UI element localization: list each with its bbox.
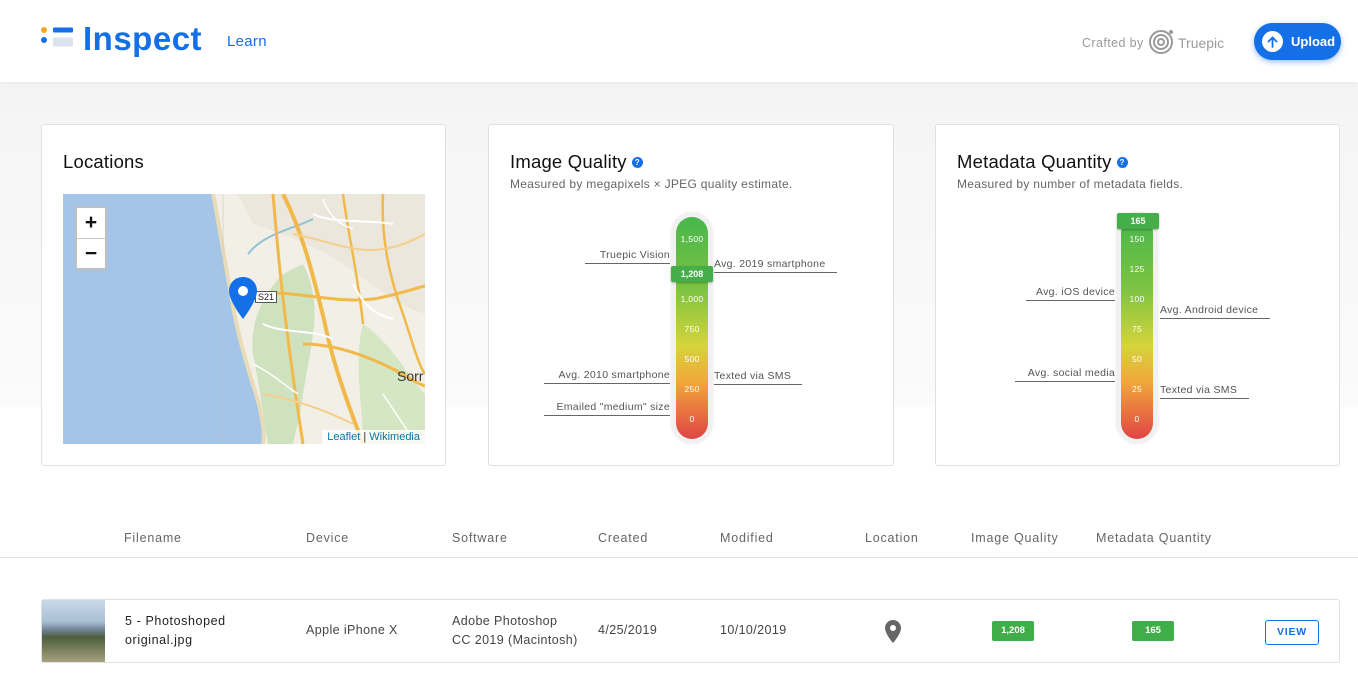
attribution-separator: |: [363, 431, 367, 443]
upload-label: Upload: [1291, 34, 1336, 49]
learn-link[interactable]: Learn: [227, 33, 267, 50]
view-button[interactable]: VIEW: [1265, 620, 1319, 645]
column-header-device[interactable]: Device: [306, 531, 349, 545]
gauge-tick: 500: [684, 354, 700, 364]
table-header-divider: [0, 557, 1358, 558]
column-header-metadata-quantity[interactable]: Metadata Quantity: [1096, 531, 1212, 545]
column-header-software[interactable]: Software: [452, 531, 508, 545]
column-header-created[interactable]: Created: [598, 531, 648, 545]
metadata-quantity-title: Metadata Quantity?: [957, 151, 1128, 173]
locations-title: Locations: [63, 151, 144, 172]
upload-button[interactable]: Upload: [1254, 23, 1341, 60]
gauge-tick: 1,500: [680, 234, 704, 244]
zoom-out-button[interactable]: −: [77, 238, 105, 268]
gauge-tick: 750: [684, 324, 700, 334]
gauge-tick: 1,000: [680, 294, 704, 304]
reference-avg-ios-device: Avg. iOS device: [1026, 286, 1115, 301]
image-thumbnail[interactable]: [42, 600, 105, 662]
reference-texted-sms: Texted via SMS: [1160, 384, 1249, 399]
app-title[interactable]: Inspect: [83, 20, 202, 58]
road-badge: S21: [255, 291, 278, 303]
logo-icon: [41, 27, 73, 47]
image-quality-title-text: Image Quality: [510, 151, 627, 172]
image-quality-badge: 1,208: [992, 621, 1034, 641]
gauge-tick: 50: [1131, 354, 1143, 364]
device-cell: Apple iPhone X: [306, 623, 398, 637]
reference-avg-2010-smartphone: Avg. 2010 smartphone: [544, 369, 670, 384]
city-label: Sorr: [397, 368, 424, 384]
reference-emailed-medium: Emailed "medium" size: [544, 401, 670, 416]
gauge-tick: 100: [1129, 294, 1145, 304]
metadata-quantity-badge: 165: [1132, 621, 1174, 641]
metadata-quantity-gauge: 150 125 100 75 50 25 0: [1117, 213, 1157, 443]
app-header: Inspect Learn Crafted by Truepic Upload: [0, 0, 1358, 82]
image-quality-card: Image Quality? Measured by megapixels × …: [488, 124, 894, 466]
truepic-logo-icon: [1149, 30, 1173, 54]
gauge-tick: 150: [1129, 234, 1145, 244]
location-pin-icon[interactable]: [885, 620, 901, 643]
gauge-tick: 250: [684, 384, 700, 394]
leaflet-link[interactable]: Leaflet: [327, 431, 360, 443]
reference-truepic-vision: Truepic Vision: [585, 249, 670, 264]
upload-arrow-icon: [1262, 31, 1283, 52]
column-header-modified[interactable]: Modified: [720, 531, 774, 545]
metadata-quantity-title-text: Metadata Quantity: [957, 151, 1112, 172]
gauge-tick: 125: [1129, 264, 1145, 274]
column-header-filename[interactable]: Filename: [124, 531, 182, 545]
metadata-quantity-marker: 165: [1117, 213, 1159, 229]
zoom-in-button[interactable]: +: [77, 208, 105, 238]
created-cell: 4/25/2019: [598, 623, 658, 637]
location-map[interactable]: S21 Sorr + − Leaflet | Wikimedia: [63, 194, 425, 444]
table-row[interactable]: 5 - Photoshoped original.jpg Apple iPhon…: [41, 599, 1340, 663]
software-line: Adobe Photoshop: [452, 614, 558, 628]
reference-texted-sms: Texted via SMS: [714, 370, 802, 385]
column-header-location[interactable]: Location: [865, 531, 919, 545]
reference-avg-2019-smartphone: Avg. 2019 smartphone: [714, 258, 837, 273]
reference-avg-social-media: Avg. social media: [1015, 367, 1115, 382]
help-icon[interactable]: ?: [1116, 157, 1128, 168]
metadata-quantity-card: Metadata Quantity? Measured by number of…: [935, 124, 1340, 466]
help-icon[interactable]: ?: [631, 157, 643, 168]
wikimedia-link[interactable]: Wikimedia: [369, 431, 420, 443]
locations-card: Locations S21 Sorr + − Leaflet | Wikimed…: [41, 124, 446, 466]
gauge-tick: 25: [1131, 384, 1143, 394]
gauge-tick: 0: [689, 414, 695, 424]
map-zoom-control: + −: [75, 206, 107, 270]
crafted-by-label: Crafted by: [1082, 36, 1144, 50]
metadata-quantity-subtitle: Measured by number of metadata fields.: [957, 177, 1184, 191]
image-quality-title: Image Quality?: [510, 151, 643, 173]
filename-cell: 5 - Photoshoped original.jpg: [125, 612, 226, 650]
truepic-brand: Truepic: [1178, 35, 1225, 51]
filename-line: original.jpg: [125, 633, 193, 647]
column-header-image-quality[interactable]: Image Quality: [971, 531, 1059, 545]
reference-avg-android-device: Avg. Android device: [1160, 304, 1270, 319]
gauge-tick: 0: [1134, 414, 1140, 424]
map-attribution: Leaflet | Wikimedia: [322, 430, 425, 444]
image-quality-subtitle: Measured by megapixels × JPEG quality es…: [510, 177, 793, 191]
gauge-tick: 75: [1131, 324, 1143, 334]
software-cell: Adobe Photoshop CC 2019 (Macintosh): [452, 612, 578, 650]
modified-cell: 10/10/2019: [720, 623, 787, 637]
image-quality-marker: 1,208: [671, 266, 713, 282]
image-quality-gauge: 1,500 1,000 750 500 250 0: [672, 213, 712, 443]
software-line: CC 2019 (Macintosh): [452, 633, 578, 647]
filename-line: 5 - Photoshoped: [125, 614, 226, 628]
map-marker-icon[interactable]: [228, 276, 258, 320]
